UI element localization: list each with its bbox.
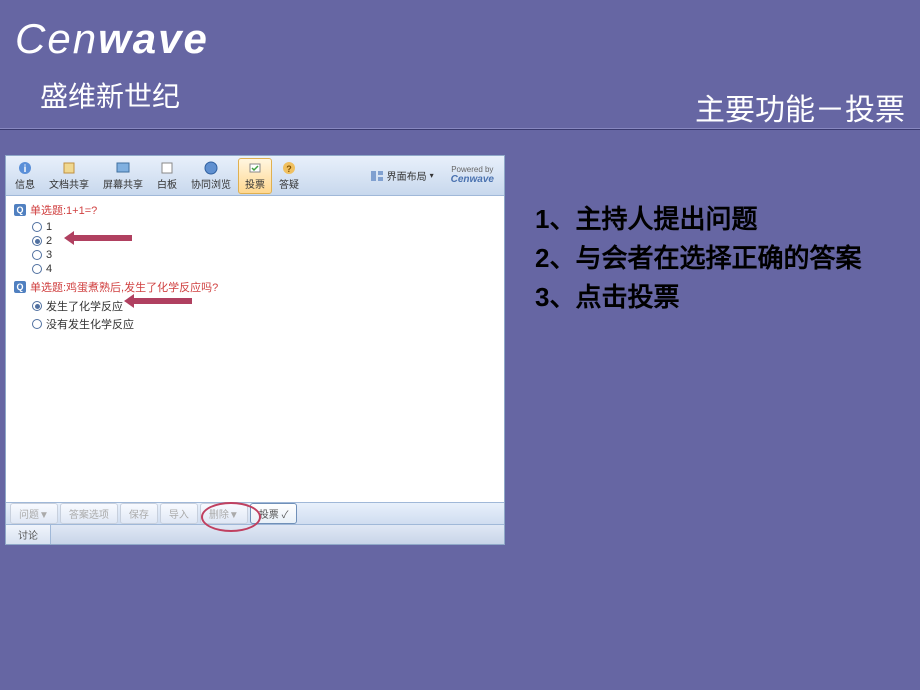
tab-cobrowse[interactable]: 协同浏览 bbox=[184, 158, 238, 194]
q-badge-icon: Q bbox=[14, 281, 26, 293]
vote-button[interactable]: 投票 ✓ bbox=[250, 503, 298, 524]
app-screenshot: i 信息 文档共享 屏幕共享 白板 协同浏览 投票 bbox=[5, 155, 505, 545]
q2-text: 单选题:鸡蛋煮熟后,发生了化学反应吗? bbox=[30, 279, 218, 295]
q1-option-1[interactable]: 1 bbox=[32, 221, 496, 233]
header-divider bbox=[0, 128, 920, 130]
info-icon: i bbox=[16, 161, 34, 175]
radio-icon[interactable] bbox=[32, 319, 42, 329]
tab-whiteboard-label: 白板 bbox=[157, 176, 177, 191]
tab-screenshare-label: 屏幕共享 bbox=[103, 176, 143, 191]
delete-menu-button[interactable]: 删除▼ bbox=[200, 503, 248, 524]
radio-icon[interactable] bbox=[32, 236, 42, 246]
question-1: Q 单选题:1+1=? bbox=[14, 202, 496, 218]
content-area: i 信息 文档共享 屏幕共享 白板 协同浏览 投票 bbox=[5, 155, 915, 685]
poll-panel: Q 单选题:1+1=? 1 2 3 4 Q 单选题:鸡蛋 bbox=[6, 196, 504, 502]
tab-cobrowse-label: 协同浏览 bbox=[191, 176, 231, 191]
logo-wave: wave bbox=[98, 15, 209, 62]
app-toolbar: i 信息 文档共享 屏幕共享 白板 协同浏览 投票 bbox=[6, 156, 504, 196]
tab-screenshare[interactable]: 屏幕共享 bbox=[96, 158, 150, 194]
import-button[interactable]: 导入 bbox=[160, 503, 198, 524]
radio-icon[interactable] bbox=[32, 222, 42, 232]
opt-label: 1 bbox=[46, 221, 52, 233]
q-badge-icon: Q bbox=[14, 204, 26, 216]
answer-option-button[interactable]: 答案选项 bbox=[60, 503, 118, 524]
q2-option-1[interactable]: 发生了化学反应 bbox=[32, 298, 496, 314]
brand-logo: Cenwave bbox=[15, 15, 209, 63]
instruction-2: 2、与会者在选择正确的答案 bbox=[535, 239, 915, 278]
pointer-arrow-icon bbox=[72, 235, 132, 241]
dropdown-icon: ▾ bbox=[430, 171, 434, 180]
screen-icon bbox=[114, 161, 132, 175]
opt-label: 发生了化学反应 bbox=[46, 298, 123, 314]
doc-icon bbox=[60, 161, 78, 175]
svg-text:i: i bbox=[24, 164, 27, 175]
poll-bottom-toolbar: 问题▼ 答案选项 保存 导入 删除▼ 投票 ✓ bbox=[6, 502, 504, 524]
save-button[interactable]: 保存 bbox=[120, 503, 158, 524]
opt-label: 没有发生化学反应 bbox=[46, 316, 134, 332]
page-title: 主要功能－投票 bbox=[695, 85, 905, 129]
tab-info[interactable]: i 信息 bbox=[8, 158, 42, 194]
tab-docshare[interactable]: 文档共享 bbox=[42, 158, 96, 194]
layout-button[interactable]: 界面布局 ▾ bbox=[363, 165, 441, 186]
question-2: Q 单选题:鸡蛋煮熟后,发生了化学反应吗? bbox=[14, 279, 496, 295]
question-menu-button[interactable]: 问题▼ bbox=[10, 503, 58, 524]
browse-icon bbox=[202, 161, 220, 175]
whiteboard-icon bbox=[158, 161, 176, 175]
tab-qa-label: 答疑 bbox=[279, 176, 299, 191]
opt-label: 3 bbox=[46, 249, 52, 261]
layout-label: 界面布局 bbox=[387, 168, 427, 183]
tab-vote[interactable]: 投票 bbox=[238, 158, 272, 194]
brand-subtitle: 盛维新世纪 bbox=[40, 75, 180, 115]
chat-tab-bar: 讨论 bbox=[6, 524, 504, 544]
q2-option-2[interactable]: 没有发生化学反应 bbox=[32, 316, 496, 332]
tab-docshare-label: 文档共享 bbox=[49, 176, 89, 191]
instruction-3: 3、点击投票 bbox=[535, 278, 915, 317]
radio-icon[interactable] bbox=[32, 250, 42, 260]
radio-icon[interactable] bbox=[32, 264, 42, 274]
tab-info-label: 信息 bbox=[15, 176, 35, 191]
powered-text: Powered by bbox=[451, 165, 494, 175]
q1-option-4[interactable]: 4 bbox=[32, 263, 496, 275]
pointer-arrow-icon bbox=[132, 298, 192, 304]
instruction-1: 1、主持人提出问题 bbox=[535, 200, 915, 239]
toolbar-right: 界面布局 ▾ Powered by Cenwave bbox=[363, 165, 502, 187]
layout-icon bbox=[370, 170, 384, 182]
svg-text:?: ? bbox=[286, 164, 292, 174]
radio-icon[interactable] bbox=[32, 301, 42, 311]
slide-header: Cenwave 盛维新世纪 主要功能－投票 bbox=[0, 0, 920, 130]
chat-tab[interactable]: 讨论 bbox=[6, 525, 51, 544]
tab-qa[interactable]: ? 答疑 bbox=[272, 158, 306, 194]
powered-by: Powered by Cenwave bbox=[451, 165, 494, 187]
tab-whiteboard[interactable]: 白板 bbox=[150, 158, 184, 194]
logo-cen: Cen bbox=[15, 15, 98, 62]
vote-icon bbox=[246, 161, 264, 175]
instructions-panel: 1、主持人提出问题 2、与会者在选择正确的答案 3、点击投票 bbox=[525, 155, 915, 685]
q1-option-2[interactable]: 2 bbox=[32, 235, 496, 247]
q1-text: 单选题:1+1=? bbox=[30, 202, 97, 218]
q1-option-3[interactable]: 3 bbox=[32, 249, 496, 261]
opt-label: 2 bbox=[46, 235, 52, 247]
qa-icon: ? bbox=[280, 161, 298, 175]
opt-label: 4 bbox=[46, 263, 52, 275]
tab-vote-label: 投票 bbox=[245, 176, 265, 191]
powered-brand: Cenwave bbox=[451, 174, 494, 186]
